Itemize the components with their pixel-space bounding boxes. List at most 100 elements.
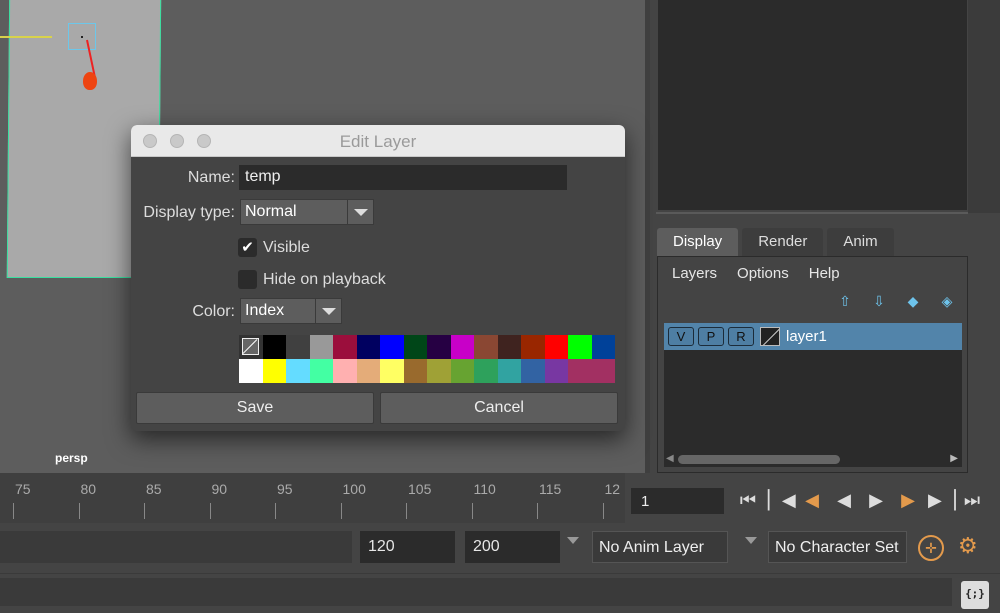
range-end-field[interactable]: 120 (360, 531, 455, 563)
tab-display[interactable]: Display (657, 228, 739, 256)
frame-tick (78, 503, 80, 519)
color-swatch[interactable] (450, 335, 474, 359)
layer-color-swatch[interactable] (760, 327, 780, 346)
visible-checkbox[interactable]: ✔ (238, 238, 257, 257)
frame-label: 85 (146, 481, 162, 497)
color-swatch[interactable] (427, 359, 451, 383)
color-mode-dropdown[interactable]: Index (240, 298, 342, 324)
color-swatch[interactable] (568, 335, 592, 359)
frame-tick (275, 503, 276, 519)
attribute-panel-body (658, 0, 967, 210)
color-swatch[interactable] (286, 359, 310, 383)
go-to-end-icon[interactable]: ⏭ (960, 487, 984, 513)
color-swatch[interactable] (309, 359, 333, 383)
tab-anim[interactable]: Anim (827, 228, 894, 256)
character-set-dropdown-icon[interactable] (745, 537, 757, 544)
color-swatch[interactable] (262, 335, 286, 359)
camera-label: persp (55, 451, 88, 465)
play-forwards-icon[interactable]: ▶ (864, 487, 888, 513)
dialog-titlebar[interactable]: Edit Layer (131, 125, 625, 157)
color-swatch[interactable] (544, 359, 568, 383)
move-layer-up-icon[interactable]: ⇧ (835, 293, 855, 309)
move-layer-down-icon[interactable]: ⇩ (869, 293, 889, 309)
color-swatch[interactable] (262, 359, 286, 383)
color-swatch[interactable] (474, 359, 498, 383)
new-layer-from-selection-icon[interactable]: ◈ (937, 293, 957, 309)
frame-label: 110 (473, 481, 496, 497)
current-frame-field[interactable]: 1 (631, 488, 724, 514)
animation-preferences-icon[interactable]: ⚙ (958, 533, 978, 559)
color-swatch[interactable] (333, 335, 357, 359)
color-swatch[interactable] (568, 359, 592, 383)
range-max-field[interactable]: 200 (465, 531, 560, 563)
color-swatch[interactable] (356, 335, 380, 359)
time-slider[interactable]: 75 80 85 90 95 100 105 110 115 12 (0, 473, 625, 523)
menu-help[interactable]: Help (809, 265, 840, 282)
chevron-down-icon[interactable] (315, 299, 341, 323)
auto-key-icon[interactable]: ✛ (918, 535, 944, 561)
color-swatch[interactable] (474, 335, 498, 359)
range-slider[interactable] (0, 531, 352, 563)
display-type-label: Display type: (143, 204, 235, 221)
color-swatch[interactable] (521, 359, 545, 383)
display-type-dropdown[interactable]: Normal (240, 199, 374, 225)
frame-tick (340, 503, 342, 519)
scroll-thumb[interactable] (678, 455, 840, 464)
anim-layer-dropdown-icon[interactable] (567, 537, 579, 544)
color-swatch[interactable] (380, 359, 404, 383)
color-swatch[interactable] (333, 359, 357, 383)
color-swatch[interactable] (497, 359, 521, 383)
tab-render[interactable]: Render (742, 228, 824, 256)
frame-label: 75 (15, 481, 31, 497)
step-forward-key-icon[interactable]: ▶ (896, 487, 920, 513)
hide-on-playback-checkbox[interactable] (238, 270, 257, 289)
horizontal-scrollbar[interactable]: ◀ ▶ (664, 452, 962, 466)
anim-layer-selector[interactable]: No Anim Layer (592, 531, 728, 563)
color-swatch[interactable] (380, 335, 404, 359)
color-swatch[interactable] (544, 335, 568, 359)
manipulator-handle[interactable] (83, 72, 97, 90)
menu-layers[interactable]: Layers (672, 265, 717, 282)
step-forward-frame-icon[interactable]: ▶▕ (928, 487, 956, 513)
display-type-value: Normal (245, 203, 297, 220)
dialog-title: Edit Layer (339, 132, 417, 151)
command-input[interactable] (0, 578, 952, 606)
script-editor-button[interactable]: {;} (961, 581, 989, 609)
color-swatch[interactable] (403, 335, 427, 359)
visibility-toggle[interactable]: V (668, 327, 694, 346)
color-swatch-none[interactable] (239, 335, 263, 359)
go-to-start-icon[interactable]: ⏮ (736, 487, 760, 513)
scroll-left-icon[interactable]: ◀ (666, 453, 674, 464)
color-swatch[interactable] (356, 359, 380, 383)
playback-toggle[interactable]: P (698, 327, 724, 346)
color-swatch[interactable] (403, 359, 427, 383)
character-set-selector[interactable]: No Character Set (768, 531, 907, 563)
frame-tick (537, 503, 538, 519)
step-back-key-icon[interactable]: ◀ (800, 487, 824, 513)
layer-row[interactable]: V P R layer1 (664, 323, 962, 350)
color-swatch[interactable] (591, 359, 615, 383)
color-swatch[interactable] (591, 335, 615, 359)
play-backwards-icon[interactable]: ◀ (832, 487, 856, 513)
save-button[interactable]: Save (136, 392, 374, 424)
menu-options[interactable]: Options (737, 265, 789, 282)
color-swatch[interactable] (239, 359, 263, 383)
step-back-frame-icon[interactable]: ▏◀ (768, 487, 796, 513)
chevron-down-icon[interactable] (347, 200, 373, 224)
cancel-button[interactable]: Cancel (380, 392, 618, 424)
color-swatch[interactable] (450, 359, 474, 383)
color-swatch[interactable] (286, 335, 310, 359)
frame-label: 105 (408, 481, 432, 497)
color-mode-value: Index (245, 302, 285, 319)
color-swatch[interactable] (427, 335, 451, 359)
name-field[interactable]: temp (239, 165, 567, 190)
panel-splitter[interactable] (656, 212, 968, 214)
color-swatch[interactable] (497, 335, 521, 359)
scroll-right-icon[interactable]: ▶ (950, 453, 958, 464)
layer-name[interactable]: layer1 (786, 328, 827, 345)
layer-editor-tabs: Display Render Anim (657, 228, 898, 256)
color-swatch[interactable] (309, 335, 333, 359)
color-swatch[interactable] (521, 335, 545, 359)
reference-toggle[interactable]: R (728, 327, 754, 346)
new-empty-layer-icon[interactable]: ◆ (903, 293, 923, 309)
